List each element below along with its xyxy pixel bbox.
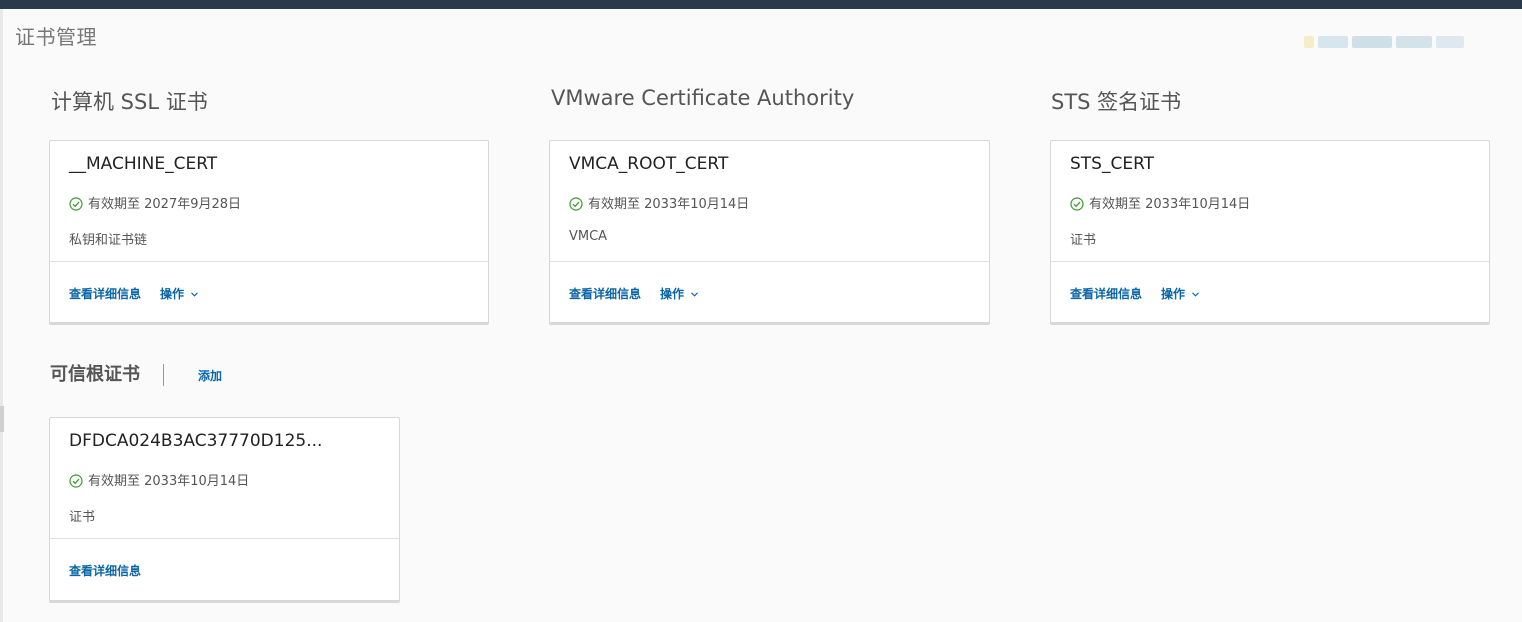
cert-validity: 有效期至 2027年9月28日 bbox=[69, 193, 241, 212]
actions-dropdown-label: 操作 bbox=[660, 287, 685, 301]
actions-dropdown[interactable]: 操作 bbox=[160, 285, 199, 302]
section-title-vmca: VMware Certificate Authority bbox=[551, 86, 855, 110]
view-details-link[interactable]: 查看详细信息 bbox=[569, 285, 641, 302]
machine-ssl-cert-card: __MACHINE_CERT 有效期至 2027年9月28日 私钥和证书链 查看… bbox=[49, 140, 489, 325]
trusted-root-cert-card: DFDCA024B3AC37770D125... 有效期至 2033年10月14… bbox=[49, 417, 400, 603]
cert-type: 证书 bbox=[1070, 233, 1097, 248]
cert-name: DFDCA024B3AC37770D125... bbox=[69, 431, 323, 451]
add-trusted-cert-link[interactable]: 添加 bbox=[198, 367, 222, 384]
cert-name: VMCA_ROOT_CERT bbox=[569, 154, 729, 174]
actions-dropdown[interactable]: 操作 bbox=[1161, 285, 1200, 302]
card-actions: 查看详细信息 操作 bbox=[569, 285, 699, 302]
cert-type: 私钥和证书链 bbox=[69, 233, 148, 248]
cert-type: VMCA bbox=[569, 229, 608, 244]
card-divider bbox=[50, 538, 399, 539]
sts-cert-card: STS_CERT 有效期至 2033年10月14日 证书 查看详细信息 操作 bbox=[1050, 140, 1490, 325]
check-circle-icon bbox=[69, 473, 83, 488]
top-header-bar bbox=[0, 0, 1522, 9]
view-details-link[interactable]: 查看详细信息 bbox=[69, 285, 141, 302]
cert-validity-text: 有效期至 2033年10月14日 bbox=[588, 197, 750, 212]
check-circle-icon bbox=[69, 196, 83, 211]
actions-dropdown-label: 操作 bbox=[160, 287, 185, 301]
card-divider bbox=[1051, 261, 1489, 262]
actions-dropdown-label: 操作 bbox=[1161, 287, 1186, 301]
left-nav-edge bbox=[0, 9, 3, 622]
view-details-link[interactable]: 查看详细信息 bbox=[1070, 285, 1142, 302]
title-separator bbox=[163, 364, 164, 386]
section-title-machine-ssl: 计算机 SSL 证书 bbox=[51, 90, 208, 114]
cert-validity-text: 有效期至 2033年10月14日 bbox=[1089, 197, 1251, 212]
nav-collapse-handle[interactable] bbox=[0, 406, 4, 432]
trusted-root-title: 可信根证书 bbox=[50, 364, 140, 385]
card-actions: 查看详细信息 操作 bbox=[69, 285, 199, 302]
check-circle-icon bbox=[1070, 196, 1084, 211]
cert-validity-text: 有效期至 2027年9月28日 bbox=[88, 197, 242, 212]
chevron-down-icon bbox=[691, 292, 699, 297]
chevron-down-icon bbox=[191, 292, 199, 297]
card-divider bbox=[550, 261, 989, 262]
section-title-sts: STS 签名证书 bbox=[1051, 90, 1182, 114]
vmca-root-cert-card: VMCA_ROOT_CERT 有效期至 2033年10月14日 VMCA 查看详… bbox=[549, 140, 990, 325]
card-actions: 查看详细信息 bbox=[69, 562, 141, 579]
cert-validity: 有效期至 2033年10月14日 bbox=[1070, 193, 1250, 212]
card-divider bbox=[50, 261, 488, 262]
actions-dropdown[interactable]: 操作 bbox=[660, 285, 699, 302]
chevron-down-icon bbox=[1192, 292, 1200, 297]
user-info-obscured bbox=[1296, 30, 1468, 54]
page-title: 证书管理 bbox=[15, 25, 97, 49]
card-actions: 查看详细信息 操作 bbox=[1070, 285, 1200, 302]
cert-validity: 有效期至 2033年10月14日 bbox=[69, 470, 249, 489]
cert-type: 证书 bbox=[69, 510, 96, 525]
cert-validity: 有效期至 2033年10月14日 bbox=[569, 193, 749, 212]
view-details-link[interactable]: 查看详细信息 bbox=[69, 562, 141, 579]
check-circle-icon bbox=[569, 196, 583, 211]
cert-name: STS_CERT bbox=[1070, 154, 1155, 174]
cert-validity-text: 有效期至 2033年10月14日 bbox=[88, 474, 250, 489]
cert-name: __MACHINE_CERT bbox=[69, 154, 218, 174]
